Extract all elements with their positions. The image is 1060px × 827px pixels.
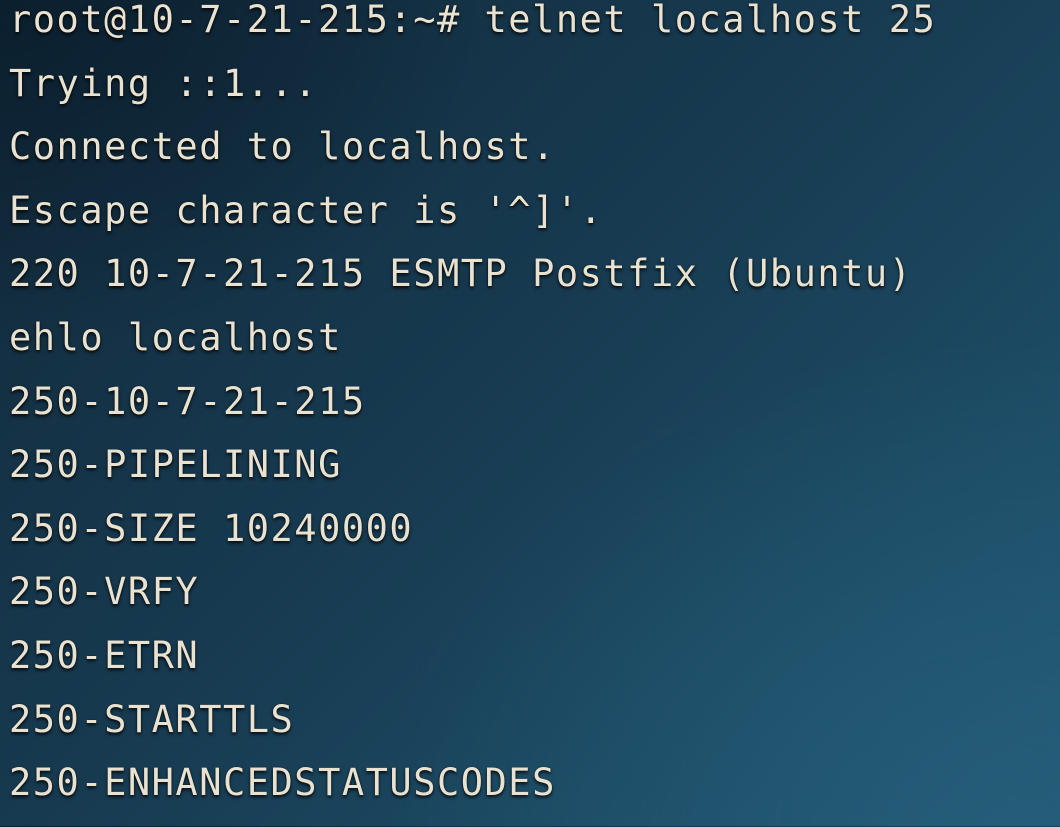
terminal-line-escape-character: Escape character is '^]'.: [9, 188, 604, 232]
terminal-line-trying: Trying ::1...: [9, 61, 319, 105]
terminal-line-response-etrn: 250-ETRN: [9, 633, 200, 677]
terminal-line-response-enhancedstatuscodes: 250-ENHANCEDSTATUSCODES: [9, 761, 556, 805]
terminal-line-response-starttls: 250-STARTTLS: [9, 697, 295, 741]
terminal-line-smtp-banner: 220 10-7-21-215 ESMTP Postfix (Ubuntu): [9, 252, 913, 296]
terminal-line-prompt-command: root@10-7-21-215:~# telnet localhost 25: [9, 0, 937, 41]
terminal-output[interactable]: root@10-7-21-215:~# telnet localhost 25 …: [0, 0, 1060, 826]
terminal-line-response-pipelining: 250-PIPELINING: [9, 443, 342, 487]
terminal-line-ehlo-command: ehlo localhost: [9, 315, 342, 359]
terminal-line-response-hostname: 250-10-7-21-215: [9, 379, 366, 423]
terminal-line-response-vrfy: 250-VRFY: [9, 570, 200, 614]
terminal-line-response-size: 250-SIZE 10240000: [9, 506, 414, 550]
terminal-line-connected: Connected to localhost.: [9, 125, 556, 169]
